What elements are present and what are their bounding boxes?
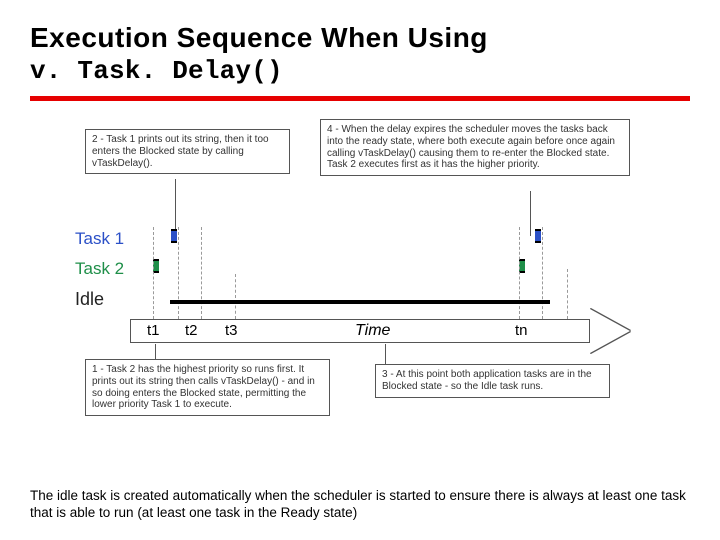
tick-t1: t1 [147,322,160,339]
title-line-1: Execution Sequence When Using [30,22,690,54]
idle-baseline [170,300,550,304]
callout-4: 4 - When the delay expires the scheduler… [320,119,630,176]
dashed-t1 [153,227,154,319]
tick-t3: t3 [225,322,238,339]
leader-c3 [385,344,386,364]
tick-time: Time [355,322,390,340]
tick-tn: tn [515,322,528,339]
title-underline [30,96,690,101]
task1-run-a [171,229,177,243]
leader-c4 [530,191,531,236]
tick-t2: t2 [185,322,198,339]
leader-c1 [155,344,156,359]
slide-caption: The idle task is created automatically w… [30,487,690,522]
time-axis-arrowhead [590,309,630,353]
dashed-t2a [178,227,179,319]
task1-run-b [535,229,541,243]
slide-title: Execution Sequence When Using v. Task. D… [30,22,690,86]
dashed-tn-a [519,227,520,319]
label-idle: Idle [75,289,104,310]
dashed-tn-c [567,269,568,319]
callout-1: 1 - Task 2 has the highest priority so r… [85,359,330,416]
callout-2: 2 - Task 1 prints out its string, then i… [85,129,290,174]
callout-3: 3 - At this point both application tasks… [375,364,610,398]
dashed-tn-b [542,227,543,319]
label-task2: Task 2 [75,259,124,279]
timing-diagram: 2 - Task 1 prints out its string, then i… [75,119,645,429]
title-line-2: v. Task. Delay() [30,56,690,86]
label-task1: Task 1 [75,229,124,249]
dashed-t2b [201,227,202,319]
leader-c2 [175,179,176,229]
dashed-t3 [235,274,236,319]
